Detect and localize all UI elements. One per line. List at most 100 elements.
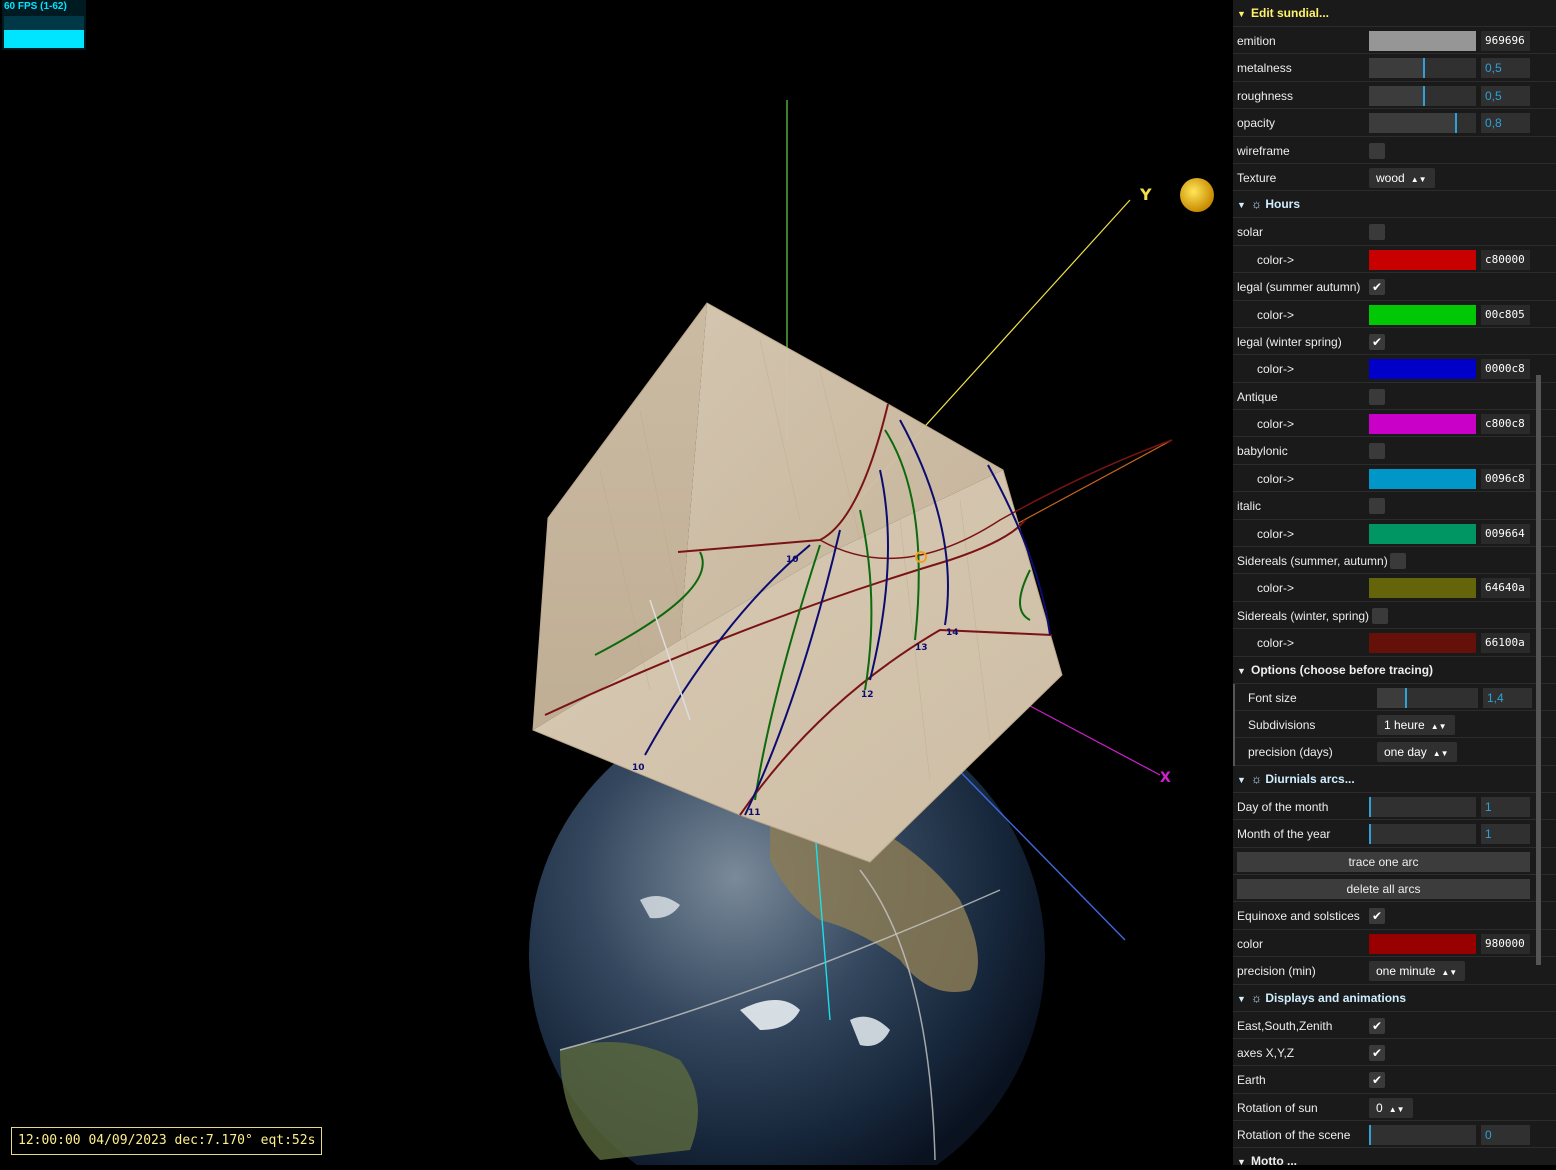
hour-color-hex-input[interactable]: c800c8: [1481, 414, 1530, 435]
panel-scrollbar[interactable]: [1536, 375, 1541, 965]
hour-type-checkbox[interactable]: [1369, 388, 1385, 405]
metalness-slider[interactable]: [1369, 58, 1476, 79]
arc-color-hex-input[interactable]: 980000: [1481, 933, 1530, 954]
folder-options[interactable]: ▼ Options (choose before tracing): [1233, 657, 1556, 684]
control-panel[interactable]: ▼ Edit sundial... emition 969696 metalnes…: [1233, 0, 1556, 1165]
hour-color-swatch[interactable]: [1369, 249, 1476, 270]
equinox-checkbox[interactable]: ✔: [1369, 908, 1385, 925]
hour-type-checkbox[interactable]: [1369, 443, 1385, 460]
metalness-input[interactable]: 0,5: [1481, 58, 1530, 79]
font-size-slider[interactable]: [1377, 687, 1478, 708]
day-row: Day of the month 1: [1233, 793, 1556, 821]
subdivisions-label: Subdivisions: [1248, 717, 1316, 732]
arc-color-row: color 980000: [1233, 930, 1556, 958]
sun-rotation-select[interactable]: 0 ▲▼: [1369, 1097, 1413, 1118]
folder-title: Edit sundial...: [1251, 6, 1330, 20]
hour-color-label: color->: [1257, 307, 1295, 322]
axes-checkbox[interactable]: ✔: [1369, 1044, 1385, 1061]
metalness-row: metalness 0,5: [1233, 54, 1556, 82]
folder-edit-sundial[interactable]: ▼ Edit sundial...: [1233, 0, 1556, 27]
emition-label: emition: [1237, 34, 1276, 48]
day-input[interactable]: 1: [1481, 796, 1530, 817]
esz-checkbox[interactable]: ✔: [1369, 1017, 1385, 1034]
delete-arcs-row: delete all arcs: [1233, 875, 1556, 903]
emition-row: emition 969696: [1233, 27, 1556, 55]
precision-min-row: precision (min) one minute ▲▼: [1233, 957, 1556, 985]
scene-canvas[interactable]: Y X 10 11 12 13 14 10: [0, 0, 1233, 1170]
roughness-slider[interactable]: [1369, 85, 1476, 106]
trace-one-arc-button[interactable]: trace one arc: [1237, 851, 1530, 872]
arc-color-label: color: [1237, 936, 1264, 951]
hour-color-hex-input[interactable]: 64640a: [1481, 578, 1530, 599]
day-slider[interactable]: [1369, 796, 1476, 817]
select-arrows-icon: ▲▼: [1410, 174, 1427, 184]
delete-all-arcs-button[interactable]: delete all arcs: [1237, 878, 1530, 899]
hour-color-swatch[interactable]: [1369, 359, 1476, 380]
arc-color-swatch[interactable]: [1369, 933, 1476, 954]
hour-color-swatch[interactable]: [1369, 633, 1476, 654]
folder-title: Motto ...: [1251, 1154, 1297, 1165]
hour-color-hex-input[interactable]: 0000c8: [1481, 359, 1530, 380]
select-arrows-icon: ▲▼: [1388, 1104, 1405, 1114]
folder-motto[interactable]: ▼ Motto ...: [1233, 1148, 1556, 1165]
month-row: Month of the year 1: [1233, 820, 1556, 848]
opacity-slider[interactable]: [1369, 113, 1476, 134]
hour-color-hex-input[interactable]: 0096c8: [1481, 468, 1530, 489]
hour-type-checkbox[interactable]: [1372, 607, 1388, 624]
precision-days-select[interactable]: one day ▲▼: [1377, 742, 1457, 763]
folder-displays[interactable]: ▼ ☼ Displays and animations: [1233, 985, 1556, 1012]
sun-rotation-label: Rotation of sun: [1237, 1100, 1318, 1115]
texture-select[interactable]: wood ▲▼: [1369, 167, 1435, 188]
hour-color-swatch[interactable]: [1369, 304, 1476, 325]
chevron-down-icon: ▼: [1237, 993, 1246, 1004]
hour-color-swatch[interactable]: [1369, 578, 1476, 599]
hour-color-swatch[interactable]: [1369, 523, 1476, 544]
subdivisions-select[interactable]: 1 heure ▲▼: [1377, 714, 1455, 735]
month-slider[interactable]: [1369, 824, 1476, 845]
sun-rotation-select-value: 0: [1376, 1100, 1383, 1115]
select-arrows-icon: ▲▼: [1441, 968, 1458, 978]
hour-color-swatch[interactable]: [1369, 468, 1476, 489]
3d-viewport[interactable]: Y X 10 11 12 13 14 10 60 FPS (1-62) 12:0…: [0, 0, 1233, 1170]
fps-graph: [4, 30, 84, 48]
emition-color-swatch[interactable]: [1369, 31, 1476, 51]
folder-title: Displays and animations: [1265, 990, 1407, 1005]
hour-type-checkbox[interactable]: [1369, 498, 1385, 515]
hour-color-row: color-> 64640a: [1233, 574, 1556, 602]
folder-hours[interactable]: ▼ ☼ Hours: [1233, 191, 1556, 219]
emition-hex-input[interactable]: 969696: [1481, 31, 1530, 51]
hour-color-hex-input[interactable]: 009664: [1481, 523, 1530, 544]
sun-icon: ☼: [1251, 990, 1266, 1005]
hour-type-checkbox[interactable]: [1390, 553, 1406, 570]
wireframe-checkbox[interactable]: [1369, 142, 1385, 159]
earth-checkbox[interactable]: ✔: [1369, 1072, 1385, 1089]
hour-color-row: color-> 0096c8: [1233, 465, 1556, 493]
hour-color-hex-input[interactable]: c80000: [1481, 249, 1530, 270]
scene-rotation-input[interactable]: 0: [1481, 1125, 1530, 1146]
roughness-row: roughness 0,5: [1233, 82, 1556, 110]
hour-color-swatch[interactable]: [1369, 414, 1476, 435]
hour-color-hex-input[interactable]: 00c805: [1481, 304, 1530, 325]
x-axis-label: X: [1160, 770, 1171, 786]
precision-min-select[interactable]: one minute ▲▼: [1369, 961, 1466, 982]
scene-rotation-slider[interactable]: [1369, 1125, 1476, 1146]
roughness-input[interactable]: 0,5: [1481, 85, 1530, 106]
metalness-label: metalness: [1237, 61, 1292, 76]
hour-type-checkbox[interactable]: [1369, 224, 1385, 241]
opacity-label: opacity: [1237, 116, 1276, 131]
opacity-input[interactable]: 0,8: [1481, 113, 1530, 134]
opacity-row: opacity 0,8: [1233, 109, 1556, 137]
hour-type-row: babylonic: [1233, 437, 1556, 465]
hour-type-checkbox[interactable]: ✔: [1369, 279, 1385, 296]
roughness-label: roughness: [1237, 88, 1294, 103]
font-size-input[interactable]: 1,4: [1483, 687, 1532, 708]
hour-type-checkbox[interactable]: ✔: [1369, 333, 1385, 350]
fps-meter[interactable]: 60 FPS (1-62): [2, 0, 86, 50]
hour-color-label: color->: [1257, 581, 1295, 596]
month-input[interactable]: 1: [1481, 824, 1530, 845]
hours-list: solar color-> c80000 legal (summer autumn) ✔…: [1233, 218, 1556, 657]
subdivisions-row: Subdivisions 1 heure ▲▼: [1235, 711, 1556, 739]
folder-diurnal-arcs[interactable]: ▼ ☼ Diurnials arcs...: [1233, 766, 1556, 793]
hour-color-hex-input[interactable]: 66100a: [1481, 633, 1530, 654]
precision-min-select-value: one minute: [1376, 964, 1436, 979]
